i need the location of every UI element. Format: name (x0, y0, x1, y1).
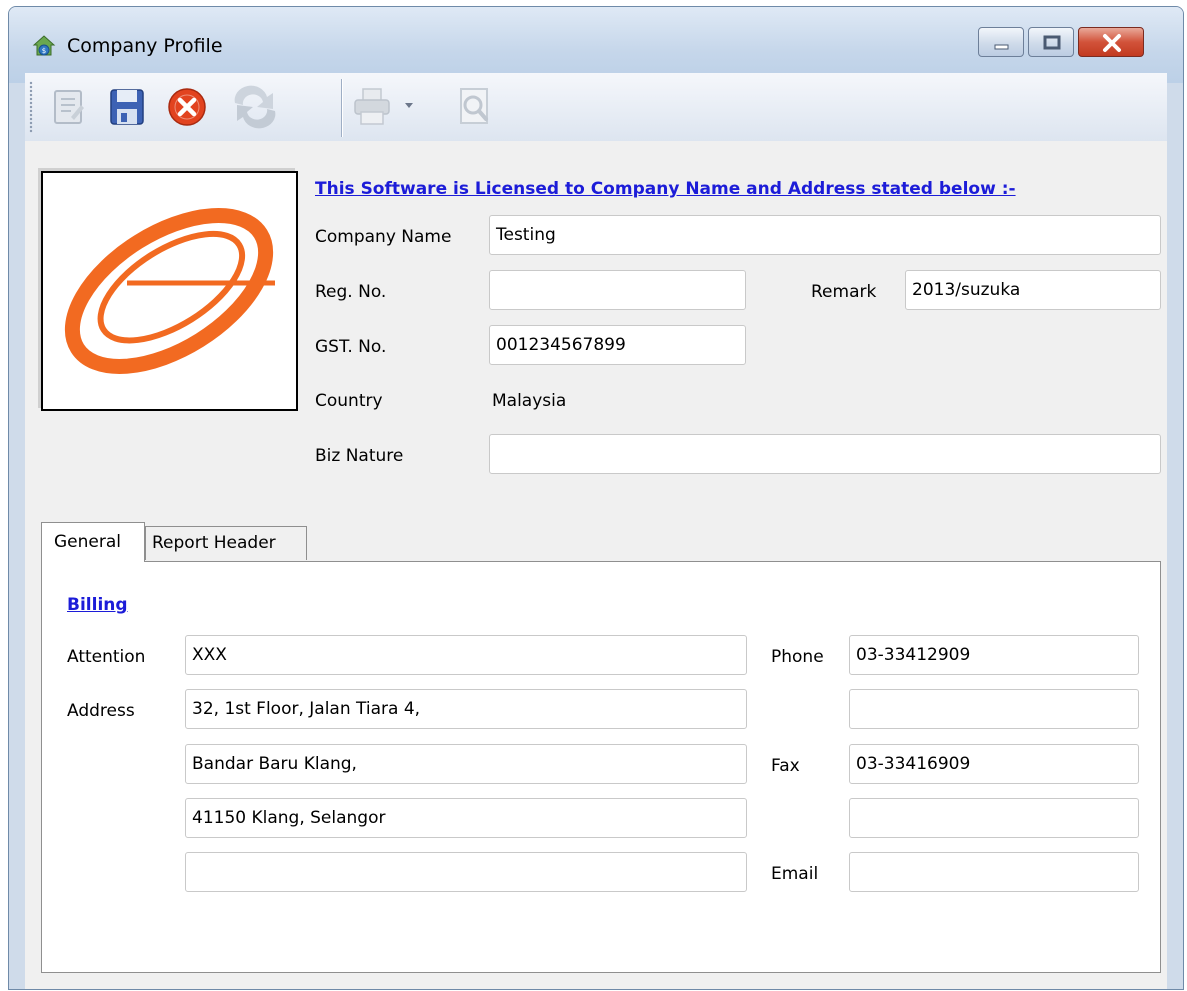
country-label: Country (315, 391, 383, 411)
biz-nature-field[interactable] (489, 434, 1161, 474)
toolbar-separator (341, 79, 342, 137)
logo-icon (64, 208, 275, 374)
close-icon (1103, 34, 1121, 52)
remark-label: Remark (811, 282, 877, 302)
phone-label: Phone (771, 647, 824, 667)
maximize-button[interactable] (1028, 27, 1074, 57)
gst-no-label: GST. No. (315, 337, 387, 357)
biz-nature-label: Biz Nature (315, 446, 404, 466)
license-notice-link[interactable]: This Software is Licensed to Company Nam… (315, 179, 1016, 199)
remark-field[interactable]: 2013/suzuka (905, 270, 1161, 310)
email-label: Email (771, 864, 819, 884)
svg-text:$: $ (42, 47, 46, 55)
address-line-4-field[interactable] (185, 852, 747, 892)
preview-icon[interactable] (453, 85, 497, 129)
reg-no-field[interactable] (489, 270, 746, 310)
company-profile-icon: $ (32, 35, 56, 56)
print-icon[interactable] (351, 85, 417, 129)
minimize-icon (994, 44, 1009, 50)
phone-1-field[interactable]: 03-33412909 (849, 635, 1139, 675)
save-icon[interactable] (105, 85, 149, 129)
fax-2-field[interactable] (849, 798, 1139, 838)
toolbar-grip[interactable] (29, 81, 33, 133)
email-field[interactable] (849, 852, 1139, 892)
gst-no-field[interactable]: 001234567899 (489, 325, 746, 365)
phone-2-field[interactable] (849, 689, 1139, 729)
title-bar: $ Company Profile (9, 7, 1183, 83)
minimize-button[interactable] (978, 27, 1024, 57)
fax-label: Fax (771, 756, 800, 776)
tab-report-header[interactable]: Report Header (145, 526, 307, 560)
company-name-field[interactable]: Testing (489, 215, 1161, 255)
company-profile-window: $ Company Profile This Software is Licen… (8, 6, 1184, 990)
refresh-icon[interactable] (225, 85, 285, 129)
billing-heading-link[interactable]: Billing (67, 595, 128, 615)
company-logo[interactable] (41, 171, 298, 411)
cancel-icon[interactable] (165, 85, 209, 129)
address-line-2-field[interactable]: Bandar Baru Klang, (185, 744, 747, 784)
address-line-1-field[interactable]: 32, 1st Floor, Jalan Tiara 4, (185, 689, 747, 729)
attention-label: Attention (67, 647, 146, 667)
form-content: This Software is Licensed to Company Nam… (25, 141, 1167, 989)
window-title: Company Profile (67, 35, 223, 57)
attention-field[interactable]: XXX (185, 635, 747, 675)
close-button[interactable] (1078, 27, 1144, 57)
address-line-3-field[interactable]: 41150 Klang, Selangor (185, 798, 747, 838)
tab-general[interactable]: General (41, 522, 145, 562)
toolbar (25, 73, 1167, 142)
company-name-label: Company Name (315, 227, 452, 247)
address-label: Address (67, 701, 135, 721)
fax-1-field[interactable]: 03-33416909 (849, 744, 1139, 784)
country-value: Malaysia (492, 391, 567, 411)
reg-no-label: Reg. No. (315, 282, 387, 302)
maximize-icon (1043, 35, 1061, 50)
edit-icon[interactable] (47, 85, 91, 129)
